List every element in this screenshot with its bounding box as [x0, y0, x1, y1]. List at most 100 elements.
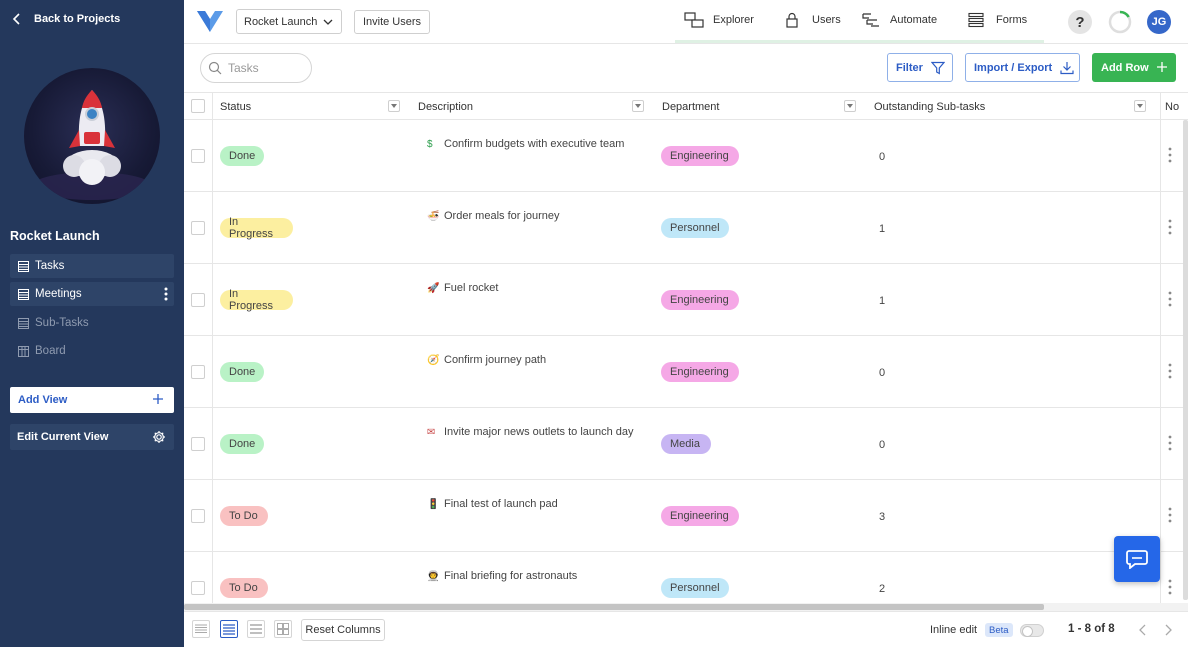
forms-icon [968, 12, 984, 28]
select-all-checkbox[interactable] [191, 99, 205, 113]
task-emoji-icon: $ [427, 138, 433, 150]
column-header-label: Description [418, 100, 474, 113]
more-vertical-icon[interactable] [162, 286, 170, 302]
chat-button[interactable] [1114, 536, 1160, 582]
status-badge[interactable]: In Progress [220, 288, 293, 312]
column-header-department[interactable]: Department [662, 93, 719, 120]
row-menu-icon[interactable] [1168, 363, 1172, 379]
back-to-projects-link[interactable]: Back to Projects [12, 13, 120, 25]
table-row[interactable]: To Do 🚦 Final test of launch pad Engineerin… [184, 480, 1188, 552]
edit-current-view-button[interactable]: Edit Current View [10, 424, 174, 450]
row-checkbox[interactable] [191, 437, 205, 451]
row-checkbox[interactable] [191, 509, 205, 523]
department-badge[interactable]: Engineering [661, 506, 739, 526]
import-export-button[interactable]: Import / Export [965, 53, 1080, 82]
row-checkbox[interactable] [191, 365, 205, 379]
row-menu-icon[interactable] [1168, 219, 1172, 235]
vertical-scrollbar[interactable] [1183, 120, 1188, 600]
nav-automate[interactable]: Automate [861, 0, 937, 40]
task-description-text: Fuel rocket [444, 282, 499, 294]
search-box[interactable] [200, 53, 312, 83]
row-menu-icon[interactable] [1168, 147, 1172, 163]
row-checkbox[interactable] [191, 293, 205, 307]
row-menu-icon[interactable] [1168, 291, 1172, 307]
task-description[interactable]: 🍜 Order meals for journey [427, 210, 560, 222]
user-avatar[interactable]: JG [1147, 10, 1171, 34]
task-description[interactable]: $ Confirm budgets with executive team [427, 138, 624, 150]
data-grid: Status Description Department Outstandin… [184, 92, 1188, 605]
nav-explorer[interactable]: Explorer [684, 0, 754, 40]
column-menu-status[interactable] [388, 100, 400, 112]
task-description[interactable]: ✉ Invite major news outlets to launch day [427, 426, 634, 438]
column-menu-outstanding-sub-tasks[interactable] [1134, 100, 1146, 112]
add-view-button[interactable]: Add View [10, 387, 174, 413]
sidebar-item-board[interactable]: Board [10, 339, 174, 363]
column-header-description[interactable]: Description [418, 93, 473, 120]
sidebar-item-meetings[interactable]: Meetings [10, 282, 174, 306]
invite-users-button[interactable]: Invite Users [354, 10, 430, 34]
department-badge[interactable]: Engineering [661, 290, 739, 310]
chevron-down-icon [1137, 104, 1143, 108]
column-header-notes[interactable]: No [1165, 93, 1179, 120]
horizontal-scrollbar[interactable] [184, 604, 1044, 610]
chevron-down-icon [323, 19, 333, 25]
add-row-button[interactable]: Add Row [1092, 53, 1176, 82]
task-description[interactable]: 🚦 Final test of launch pad [427, 498, 558, 510]
density-regular-button[interactable] [220, 620, 238, 638]
reset-columns-button[interactable]: Reset Columns [301, 619, 385, 641]
app-logo-icon[interactable] [196, 8, 224, 34]
nav-forms[interactable]: Forms [967, 0, 1027, 40]
chevron-right-icon[interactable] [1162, 623, 1174, 637]
sidebar-item-tasks[interactable]: Tasks [10, 254, 174, 278]
rows-compact-icon [195, 624, 207, 633]
department-badge[interactable]: Personnel [661, 578, 729, 598]
filter-button[interactable]: Filter [887, 53, 953, 82]
department-badge[interactable]: Engineering [661, 146, 739, 166]
row-checkbox[interactable] [191, 149, 205, 163]
status-badge[interactable]: Done [220, 362, 264, 382]
task-description[interactable]: 🚀 Fuel rocket [427, 282, 498, 294]
inline-edit-toggle[interactable] [1020, 624, 1044, 637]
download-icon [1060, 61, 1074, 74]
task-description[interactable]: 👨‍🚀 Final briefing for astronauts [427, 570, 577, 582]
table-row[interactable]: Done $ Confirm budgets with executive team… [184, 120, 1188, 192]
column-menu-department[interactable] [844, 100, 856, 112]
status-badge[interactable]: Done [220, 434, 264, 454]
row-menu-icon[interactable] [1168, 579, 1172, 595]
density-grid-button[interactable] [274, 620, 292, 638]
department-badge[interactable]: Engineering [661, 362, 739, 382]
table-row[interactable]: Done 🧭 Confirm journey path Engineering 0 [184, 336, 1188, 408]
progress-ring-icon[interactable] [1108, 10, 1132, 34]
task-emoji-icon: 👨‍🚀 [427, 570, 440, 582]
help-button[interactable]: ? [1068, 10, 1092, 34]
density-tall-button[interactable] [247, 620, 265, 638]
sidebar-item-sub-tasks[interactable]: Sub-Tasks [10, 311, 174, 335]
row-menu-icon[interactable] [1168, 435, 1172, 451]
search-input[interactable] [228, 61, 306, 75]
density-compact-button[interactable] [192, 620, 210, 638]
department-badge[interactable]: Media [661, 434, 711, 454]
row-menu-icon[interactable] [1168, 507, 1172, 523]
column-header-status[interactable]: Status [220, 93, 251, 120]
column-divider [1160, 92, 1161, 605]
column-menu-description[interactable] [632, 100, 644, 112]
row-checkbox[interactable] [191, 581, 205, 595]
department-badge[interactable]: Personnel [661, 218, 729, 238]
status-badge[interactable]: To Do [220, 578, 268, 598]
nav-users[interactable]: Users [783, 0, 841, 40]
row-checkbox[interactable] [191, 221, 205, 235]
task-description[interactable]: 🧭 Confirm journey path [427, 354, 546, 366]
status-badge[interactable]: In Progress [220, 216, 293, 240]
table-row[interactable]: To Do 👨‍🚀 Final briefing for astronauts Per… [184, 552, 1188, 605]
table-row[interactable]: Done ✉ Invite major news outlets to launch… [184, 408, 1188, 480]
column-header-outstanding-sub-tasks[interactable]: Outstanding Sub-tasks [874, 93, 985, 120]
table-header: Status Description Department Outstandin… [184, 92, 1188, 120]
table-row[interactable]: In Progress 🍜 Order meals for journey Perso… [184, 192, 1188, 264]
project-select[interactable]: Rocket Launch [236, 9, 342, 34]
chevron-left-icon[interactable] [1137, 623, 1149, 637]
outstanding-subtasks-count: 2 [879, 583, 886, 595]
table-row[interactable]: In Progress 🚀 Fuel rocket Engineering 1 [184, 264, 1188, 336]
status-badge[interactable]: To Do [220, 506, 268, 526]
status-badge[interactable]: Done [220, 146, 264, 166]
filter-label: Filter [896, 61, 923, 74]
